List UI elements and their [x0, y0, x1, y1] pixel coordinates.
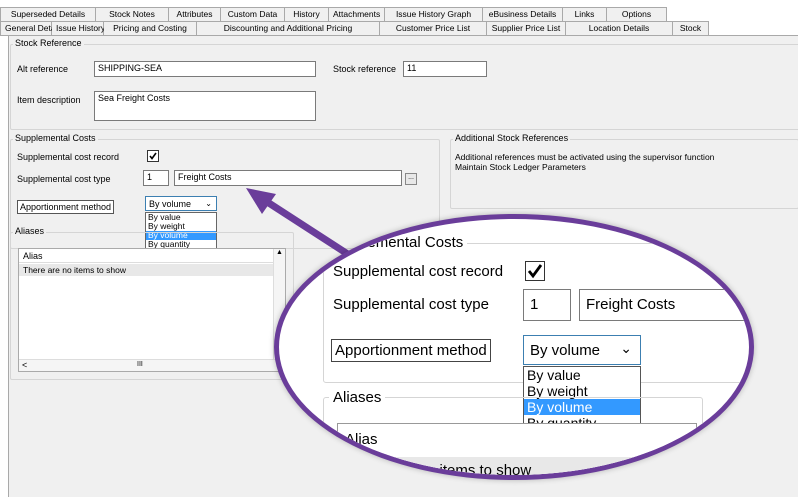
tab-attributes[interactable]: Attributes — [169, 7, 221, 21]
horizontal-scrollbar[interactable]: < III > — [19, 359, 285, 371]
stock-reference-title: Stock Reference — [13, 38, 84, 48]
tab-history[interactable]: History — [285, 7, 329, 21]
tab-issue-history-graph[interactable]: Issue History Graph — [385, 7, 483, 21]
tab-discounting-and-additional-pricing[interactable]: Discounting and Additional Pricing — [197, 21, 380, 35]
supplemental-cost-type-name[interactable]: Freight Costs — [174, 170, 402, 186]
lookup-button[interactable]: ... — [405, 173, 417, 185]
checkmark-icon — [149, 152, 157, 160]
zoom-record-label: Supplemental cost record — [333, 263, 504, 280]
apportionment-method-combo[interactable]: By volume ⌄ — [145, 196, 217, 211]
apportionment-method-label: Apportionment method — [17, 200, 115, 214]
chevron-down-icon: ⌄ — [205, 199, 212, 208]
aliases-list[interactable]: Alias There are no items to show ▲ < III… — [18, 248, 286, 372]
tab-row-top: Superseded Details Stock Notes Attributes C… — [0, 7, 667, 21]
additional-refs-title: Additional Stock References — [453, 133, 571, 143]
additional-refs-group — [450, 139, 798, 209]
zoom-record-checkbox[interactable] — [525, 261, 545, 281]
apportionment-method-value: By volume — [149, 199, 192, 209]
scroll-left-icon[interactable]: < — [22, 360, 27, 370]
tab-location-details[interactable]: Location Details — [566, 21, 673, 35]
stock-reference-field[interactable]: 11 — [403, 61, 487, 77]
tab-ebusiness-details[interactable]: eBusiness Details — [483, 7, 563, 21]
aliases-empty-text: There are no items to show — [19, 264, 273, 276]
item-description-label: Item description — [17, 95, 81, 105]
tab-row-bottom: General Details Issue History Pricing and … — [0, 21, 709, 35]
tab-issue-history[interactable]: Issue History — [52, 21, 105, 35]
item-description-field[interactable]: Sea Freight Costs — [94, 91, 316, 121]
zoom-supplemental-title: Supplemental Costs — [325, 234, 468, 251]
alt-reference-field[interactable]: SHIPPING-SEA — [94, 61, 316, 77]
zoom-callout: Supplemental Costs Supplemental cost rec… — [274, 214, 754, 480]
zoom-apportionment-value: By volume — [530, 342, 601, 359]
zoom-type-name[interactable]: Freight Costs — [579, 289, 749, 321]
checkmark-icon — [527, 264, 543, 279]
supplemental-cost-type-code[interactable]: 1 — [143, 170, 169, 186]
tab-superseded-details[interactable]: Superseded Details — [0, 7, 96, 21]
scroll-thumb-grip[interactable]: III — [137, 361, 143, 368]
alt-reference-label: Alt reference — [17, 64, 69, 74]
supplemental-cost-record-checkbox[interactable] — [147, 150, 159, 162]
tab-customer-price-list[interactable]: Customer Price List — [380, 21, 487, 35]
tab-general-details[interactable]: General Details — [0, 21, 64, 35]
tab-custom-data[interactable]: Custom Data — [221, 7, 285, 21]
tab-attachments[interactable]: Attachments — [329, 7, 385, 21]
tab-stock[interactable]: Stock — [673, 21, 709, 35]
dropdown-option[interactable]: By value — [524, 367, 640, 383]
zoom-type-code[interactable]: 1 — [523, 289, 571, 321]
zoom-type-label: Supplemental cost type — [333, 296, 489, 313]
zoom-alias-header: Alias — [345, 431, 378, 448]
zoom-apportionment-label: Apportionment method — [331, 339, 491, 362]
supplemental-costs-title: Supplemental Costs — [13, 133, 98, 143]
supplemental-cost-record-label: Supplemental cost record — [17, 152, 120, 162]
zoom-aliases-title: Aliases — [329, 389, 386, 406]
tab-options[interactable]: Options — [607, 7, 667, 21]
alias-column-header[interactable]: Alias — [19, 249, 273, 263]
additional-refs-note: Additional references must be activated … — [455, 152, 715, 172]
zoom-apportionment-combo[interactable]: By volume ⌄ — [523, 335, 641, 365]
tab-pricing-and-costing[interactable]: Pricing and Costing — [104, 21, 197, 35]
tab-links[interactable]: Links — [563, 7, 607, 21]
supplemental-cost-type-label: Supplemental cost type — [17, 174, 111, 184]
chevron-down-icon: ⌄ — [620, 340, 632, 356]
tab-stock-notes[interactable]: Stock Notes — [96, 7, 169, 21]
tab-supplier-price-list[interactable]: Supplier Price List — [487, 21, 566, 35]
aliases-title: Aliases — [13, 226, 47, 236]
stock-reference-label: Stock reference — [333, 64, 397, 74]
